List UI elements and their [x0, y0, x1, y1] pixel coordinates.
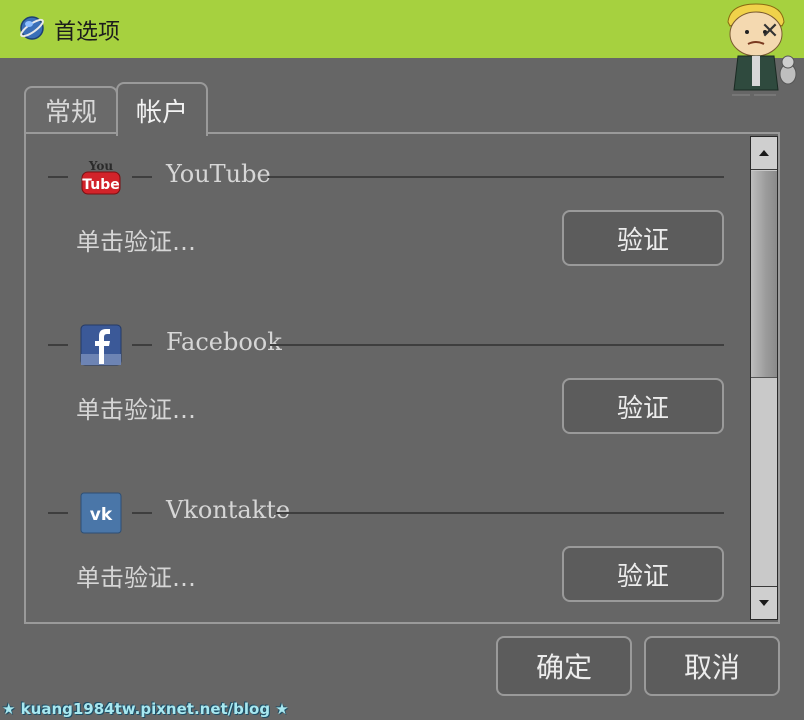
- tab-general[interactable]: 常规: [24, 86, 118, 132]
- svg-text:You: You: [88, 159, 114, 173]
- divider: [132, 176, 152, 178]
- divider: [132, 344, 152, 346]
- tab-connector: [118, 130, 206, 134]
- mascot-image: [727, 3, 797, 96]
- account-section-youtube: You Tube YouTube 单击验证… 验证: [26, 134, 746, 294]
- arrow-up-icon: [759, 150, 769, 156]
- verify-button-vkontakte[interactable]: 验证: [562, 546, 724, 602]
- account-status: 单击验证…: [76, 228, 196, 256]
- account-name: Facebook: [166, 328, 282, 356]
- divider: [268, 176, 724, 178]
- divider: [48, 176, 68, 178]
- cancel-button[interactable]: 取消: [644, 636, 780, 696]
- verify-button-label: 验证: [616, 225, 669, 256]
- divider: [48, 344, 68, 346]
- watermark: ★ kuang1984tw.pixnet.net/blog ★: [2, 700, 289, 718]
- window-title: 首选项: [54, 20, 121, 45]
- divider: [132, 512, 152, 514]
- account-status: 单击验证…: [76, 564, 196, 592]
- ok-button-label: 确定: [535, 651, 592, 684]
- account-status: 单击验证…: [76, 396, 196, 424]
- account-name: YouTube: [166, 160, 271, 188]
- verify-button-youtube[interactable]: 验证: [562, 210, 724, 266]
- account-name: Vkontakte: [166, 496, 291, 524]
- accounts-panel: You Tube YouTube 单击验证… 验证 Facebook 单击验证……: [24, 132, 780, 624]
- divider: [270, 344, 724, 346]
- youtube-icon: You Tube: [81, 159, 121, 195]
- divider: [276, 512, 724, 514]
- title-bar: 首选项: [0, 0, 804, 58]
- svg-text:vk: vk: [90, 505, 113, 525]
- scroll-down-button[interactable]: [751, 586, 777, 619]
- verify-button-label: 验证: [616, 393, 669, 424]
- tab-accounts[interactable]: 帐户: [116, 82, 208, 136]
- account-section-vkontakte: vk Vkontakte 单击验证… 验证: [26, 470, 746, 630]
- arrow-down-icon: [759, 600, 769, 606]
- preferences-window: 首选项 ✕ 常规 帐户 You Tube YouTube 单击验证… 验证 Fa…: [0, 0, 804, 720]
- close-icon: ✕: [760, 19, 780, 44]
- account-section-facebook: Facebook 单击验证… 验证: [26, 302, 746, 462]
- tab-general-label: 常规: [44, 97, 97, 128]
- app-icon: [20, 16, 44, 40]
- vertical-scrollbar[interactable]: [750, 136, 778, 620]
- verify-button-facebook[interactable]: 验证: [562, 378, 724, 434]
- scroll-up-button[interactable]: [751, 137, 777, 170]
- close-button[interactable]: ✕: [756, 18, 784, 46]
- svg-text:Tube: Tube: [82, 177, 120, 193]
- divider: [48, 512, 68, 514]
- vkontakte-icon: vk: [80, 492, 122, 534]
- cancel-button-label: 取消: [683, 651, 740, 684]
- facebook-icon: [80, 324, 122, 366]
- verify-button-label: 验证: [616, 561, 669, 592]
- scroll-thumb[interactable]: [751, 171, 777, 378]
- ok-button[interactable]: 确定: [496, 636, 632, 696]
- tab-accounts-label: 帐户: [135, 97, 188, 128]
